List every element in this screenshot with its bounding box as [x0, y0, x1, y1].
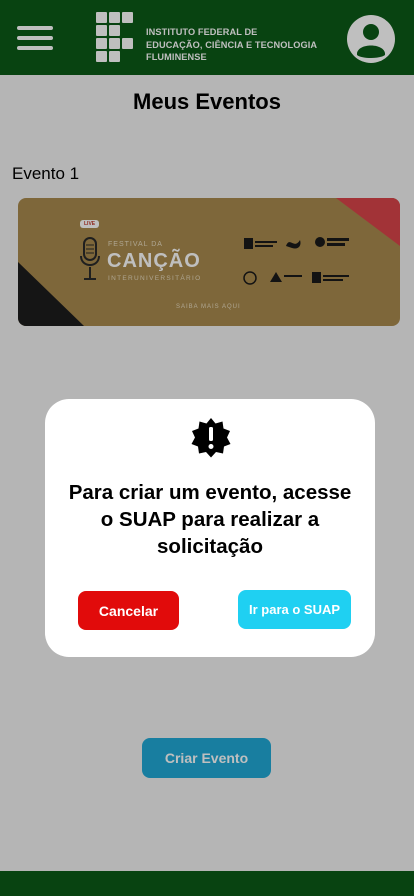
- go-to-suap-button[interactable]: Ir para o SUAP: [238, 590, 351, 629]
- dialog-message: Para criar um evento, acesse o SUAP para…: [68, 481, 352, 558]
- alert-badge-icon: [191, 418, 231, 458]
- create-event-dialog: Para criar um evento, acesse o SUAP para…: [45, 399, 375, 657]
- cancel-button[interactable]: Cancelar: [78, 591, 179, 630]
